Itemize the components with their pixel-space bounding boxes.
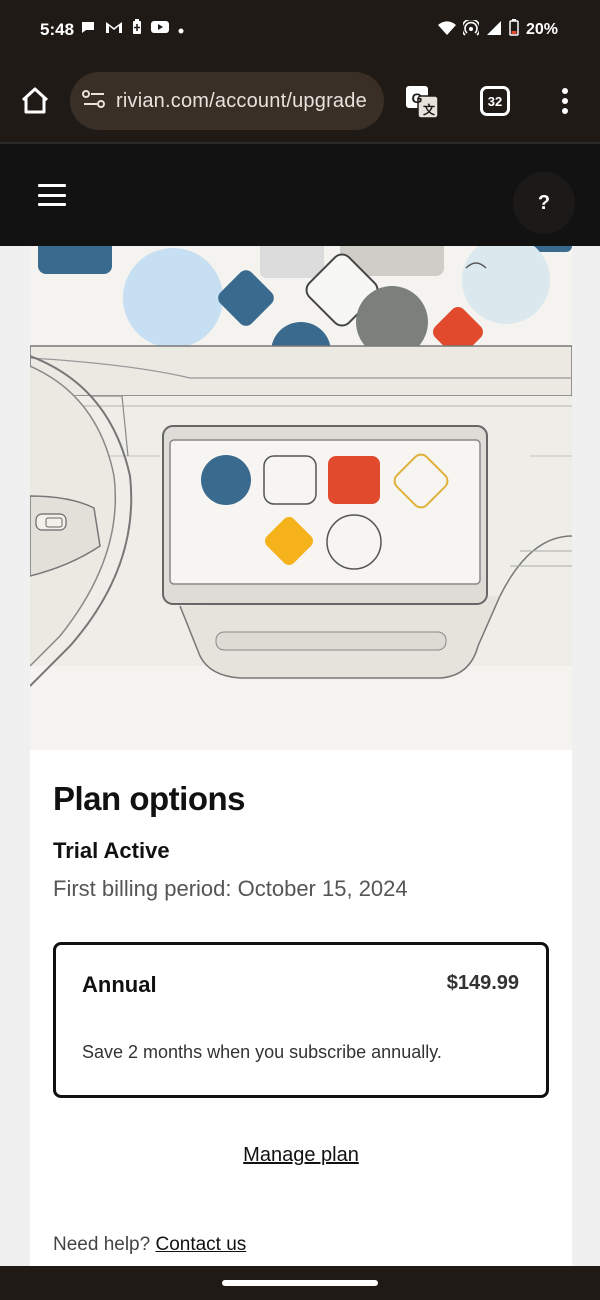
more-dot-icon <box>562 88 568 94</box>
home-icon <box>21 87 49 114</box>
site-settings-icon[interactable] <box>82 89 106 114</box>
hamburger-menu-icon[interactable] <box>38 184 66 206</box>
gesture-handle[interactable] <box>222 1280 378 1286</box>
svg-text:文: 文 <box>423 102 436 117</box>
browser-menu-button[interactable] <box>556 86 574 116</box>
hero-illustration <box>30 246 572 750</box>
wifi-icon <box>437 20 456 40</box>
translate-icon: G 文 <box>406 86 439 119</box>
more-dot-icon <box>562 108 568 114</box>
annual-plan-card[interactable]: Annual $149.99 Save 2 months when you su… <box>53 942 549 1098</box>
gmail-icon <box>105 20 123 38</box>
main-content: Plan options Trial Active First billing … <box>30 246 572 1266</box>
battery-saver-icon <box>132 19 142 39</box>
tab-switcher-button[interactable]: 32 <box>480 86 510 116</box>
manage-plan-link[interactable]: Manage plan <box>243 1144 359 1166</box>
battery-percent: 20% <box>525 21 558 38</box>
status-notification-icons <box>80 19 184 39</box>
hotspot-icon <box>461 17 481 41</box>
status-system-icons: 20% <box>437 17 558 41</box>
translate-button[interactable]: G 文 <box>404 84 440 120</box>
billing-period: First billing period: October 15, 2024 <box>53 876 408 901</box>
svg-text:G: G <box>412 90 423 106</box>
dot-icon <box>178 21 184 38</box>
help-line: Need help? Contact us <box>53 1234 246 1256</box>
site-header: ? <box>0 142 600 246</box>
url-text[interactable]: rivian.com/account/upgrade <box>116 90 367 113</box>
youtube-icon <box>151 20 169 38</box>
page-title: Plan options <box>53 780 246 817</box>
status-time: 5:48 <box>40 20 75 39</box>
navigation-bar <box>0 1266 600 1300</box>
home-button[interactable] <box>18 84 52 118</box>
help-button[interactable]: ? <box>513 172 575 234</box>
more-dot-icon <box>562 98 568 104</box>
battery-icon <box>509 19 519 41</box>
plan-description: Save 2 months when you subscribe annuall… <box>82 1042 442 1062</box>
chat-icon <box>80 19 96 39</box>
plan-price: $149.99 <box>446 972 519 994</box>
trial-status: Trial Active <box>53 838 170 863</box>
address-bar[interactable]: rivian.com/account/upgrade <box>70 72 384 130</box>
manage-plan-container: Manage plan <box>30 1144 572 1167</box>
help-prefix: Need help? <box>53 1234 151 1255</box>
plan-name: Annual <box>82 972 157 997</box>
signal-icon <box>486 20 502 41</box>
status-bar: 5:48 20% <box>0 0 600 60</box>
contact-us-link[interactable]: Contact us <box>155 1234 246 1255</box>
browser-toolbar: rivian.com/account/upgrade G 文 32 <box>0 60 600 142</box>
